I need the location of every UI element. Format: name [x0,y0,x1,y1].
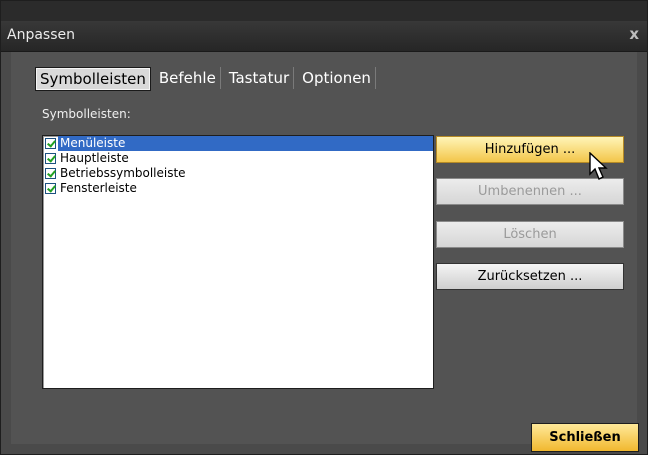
toolbars-label: Symbolleisten: [42,107,131,121]
mouse-pointer-icon [589,152,608,180]
toolbars-list[interactable]: Menüleiste Hauptleiste Betriebssymbollei… [42,135,434,389]
tab-symbolleisten[interactable]: Symbolleisten [35,67,151,91]
tab-optionen[interactable]: Optionen [298,67,376,89]
list-item-label: Fensterleiste [60,181,137,195]
list-item-hauptleiste[interactable]: Hauptleiste [43,151,433,166]
check-icon[interactable] [45,168,56,179]
top-strip [1,1,647,21]
tab-bar: Symbolleisten Befehle Tastatur Optionen [35,67,380,91]
check-icon[interactable] [45,138,56,149]
list-item-label: Menüleiste [58,136,433,151]
reset-button[interactable]: Zurücksetzen ... [436,263,624,290]
close-icon[interactable]: x [629,25,639,43]
check-icon[interactable] [45,183,56,194]
tab-tastatur[interactable]: Tastatur [225,67,295,89]
close-button[interactable]: Schließen [531,423,639,452]
dialog-content: Symbolleisten Befehle Tastatur Optionen … [11,52,637,444]
list-item-fensterleiste[interactable]: Fensterleiste [43,181,433,196]
tab-befehle[interactable]: Befehle [155,67,221,89]
list-item-label: Hauptleiste [60,151,129,165]
list-item-menueleiste[interactable]: Menüleiste [43,136,433,151]
rename-button[interactable]: Umbenennen ... [436,178,624,205]
delete-button[interactable]: Löschen [436,221,624,248]
title-bar: Anpassen x [1,21,647,52]
dialog-title: Anpassen [7,27,75,43]
list-item-label: Betriebssymbolleiste [60,166,186,180]
customize-dialog: Anpassen x Symbolleisten Befehle Tastatu… [0,0,648,455]
check-icon[interactable] [45,153,56,164]
list-item-betriebssymbolleiste[interactable]: Betriebssymbolleiste [43,166,433,181]
